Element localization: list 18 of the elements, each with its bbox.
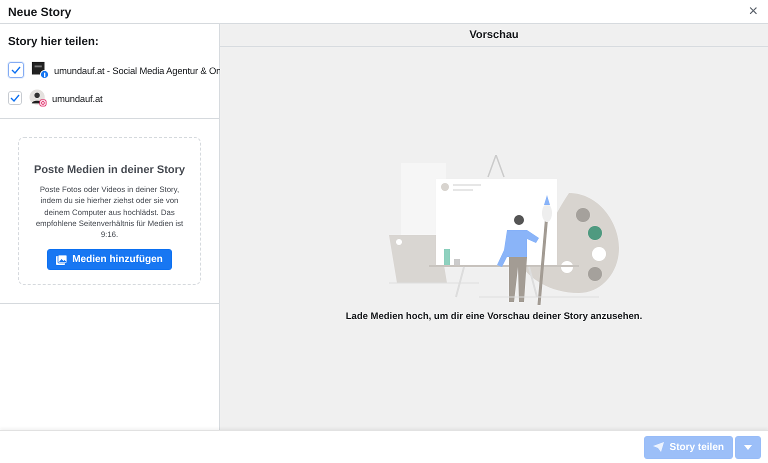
preview-title: Vorschau [220, 24, 768, 47]
checkbox[interactable] [8, 91, 22, 105]
caret-icon [744, 444, 752, 450]
add-media-button[interactable]: Medien hinzufügen [47, 249, 172, 270]
account-name: umundauf.at [52, 92, 102, 104]
page-logo-icon [31, 61, 49, 79]
check-icon [11, 66, 21, 74]
send-icon [652, 442, 664, 452]
profile-avatar-icon [29, 89, 47, 107]
preview-caption: Lade Medien hoch, um dir eine Vorschau deiner Story anzusehen. [346, 311, 642, 322]
window-title: Neue Story [8, 4, 72, 18]
photo-icon [56, 254, 68, 265]
drop-zone[interactable] [18, 137, 201, 286]
share-heading: Story hier teilen: [8, 36, 100, 48]
checkbox[interactable] [8, 62, 24, 78]
drop-zone-title: Poste Medien in deiner Story [34, 164, 185, 176]
close-button[interactable]: × [746, 4, 760, 20]
check-icon [10, 94, 20, 102]
